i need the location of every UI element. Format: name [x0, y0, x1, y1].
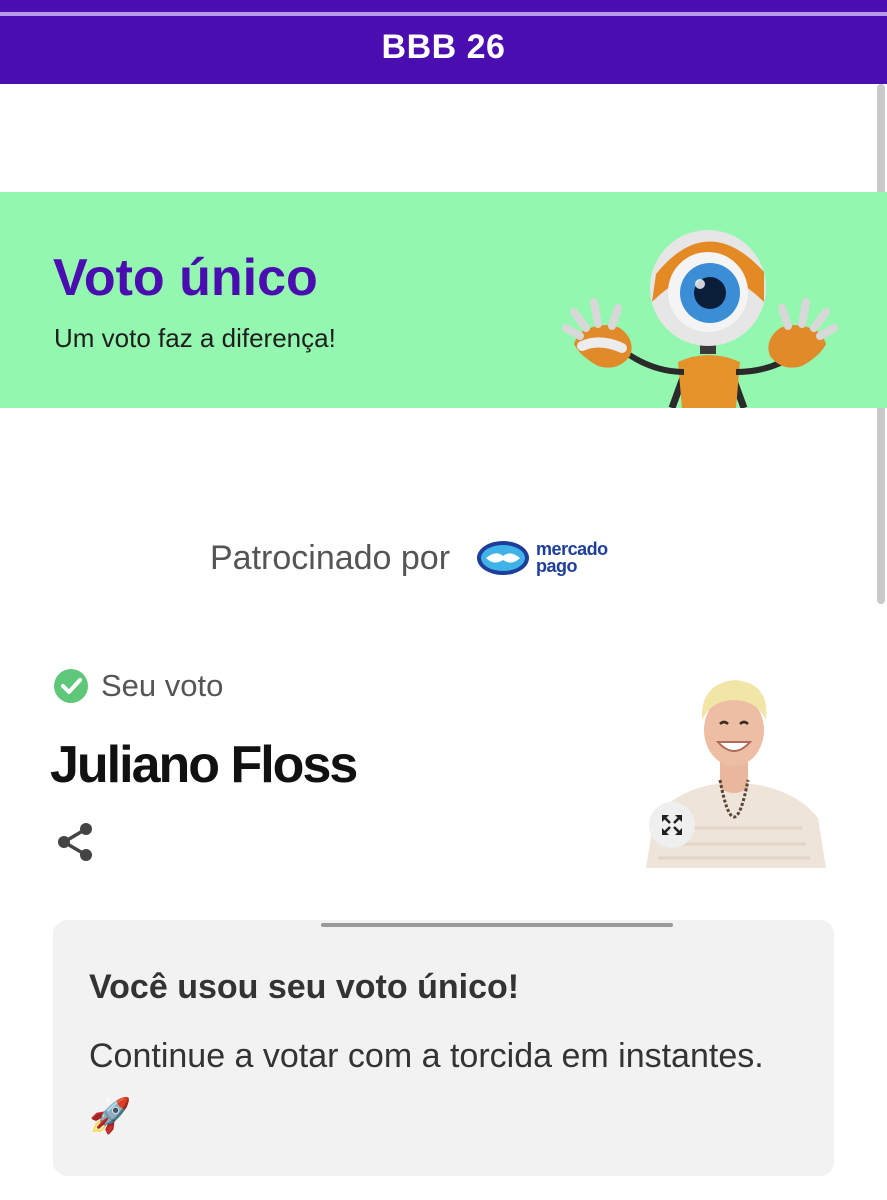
- check-circle-icon: [54, 669, 88, 703]
- share-button[interactable]: [56, 822, 94, 867]
- info-card: Você usou seu voto único! Continue a vot…: [53, 920, 834, 1176]
- big-brother-eye-robot-icon: [562, 230, 838, 408]
- expand-icon: [662, 815, 682, 835]
- top-bar: BBB 26: [0, 0, 887, 84]
- vote-status-label: Seu voto: [101, 668, 224, 703]
- mercado-pago-logo: mercado pago: [476, 540, 608, 576]
- info-card-message: Continue a votar com a torcida em instan…: [89, 1037, 764, 1135]
- drag-handle[interactable]: [321, 923, 673, 927]
- vote-status: Seu voto: [53, 668, 223, 704]
- banner-title: Voto único: [53, 249, 318, 307]
- handshake-icon: [477, 541, 530, 575]
- sponsor-label: Patrocinado por: [210, 538, 451, 577]
- expand-photo-button[interactable]: [649, 802, 695, 848]
- info-card-title: Você usou seu voto único!: [89, 968, 520, 1006]
- page-title: BBB 26: [381, 28, 506, 66]
- sponsor: Patrocinado por mercado pago: [210, 536, 608, 580]
- banner-subtitle: Um voto faz a diferença!: [54, 323, 336, 353]
- share-icon: [58, 823, 92, 861]
- candidate-name: Juliano Floss: [50, 736, 358, 794]
- logo-word-pago: pago: [536, 556, 578, 576]
- hero-banner: Voto único Um voto faz a diferença!: [0, 192, 887, 408]
- top-bar-highlight-line: [0, 12, 887, 16]
